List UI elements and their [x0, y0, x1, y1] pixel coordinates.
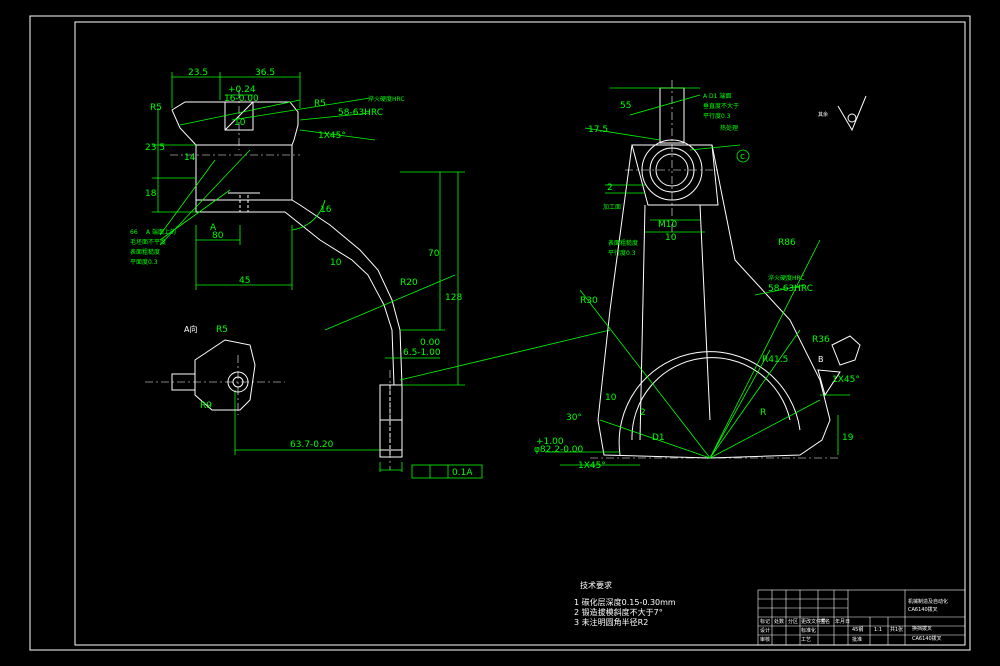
note-a-line3: 表面粗糙度 — [130, 248, 160, 256]
dim-10-side: 10 — [665, 233, 677, 243]
title-header-zone: 分区 — [788, 618, 798, 625]
dim-2-inner: 2 — [640, 408, 646, 418]
title-school: 机械制造及自动化 — [908, 598, 948, 605]
title-checker: 审核 — [760, 636, 770, 643]
dim-128: 128 — [445, 293, 462, 303]
detail-b-label: B — [818, 355, 824, 364]
title-process: 工艺 — [801, 637, 811, 643]
view-a-r5: R5 — [216, 325, 228, 335]
dim-1x45: 1X45° — [318, 131, 346, 141]
dim-70: 70 — [428, 249, 440, 259]
dim-d1: D1 — [652, 433, 665, 443]
dim-14: 14 — [184, 153, 196, 163]
tech-req-item-1: 1 碳化层深度0.15-0.30mm — [574, 597, 676, 607]
dim-1x45-bottom: 1X45° — [578, 461, 606, 471]
title-header-mark: 标记 — [760, 618, 770, 625]
note-d1-line3: 平行度0.3 — [703, 112, 731, 120]
dim-m10: M10 — [658, 220, 677, 230]
dim-10-inner: 10 — [605, 393, 617, 403]
title-drawing-no: CA6140拨叉 — [912, 635, 942, 642]
dim-10: 10 — [234, 118, 246, 128]
dim-dia-82-plus: +1.00 — [536, 437, 564, 447]
section-label-a: A — [210, 223, 217, 233]
dim-r36: R36 — [812, 335, 830, 345]
note-surface: 其余 — [818, 111, 828, 118]
note-side-hrc-value: 58-63HRC — [768, 284, 813, 294]
view-a-label: A向 — [184, 324, 197, 334]
sheet-background — [0, 0, 1000, 666]
dim-0-00: 0.00 — [420, 338, 440, 348]
dim-1x45-right: 1X45° — [832, 375, 860, 385]
title-designer: 设计 — [760, 627, 770, 634]
title-drawing-no-top: CA6140拨叉 — [908, 606, 938, 613]
note-spot: 热处理 — [720, 124, 738, 132]
note-d1-line2: 垂直度不大于 — [703, 102, 739, 110]
dim-circle-c: c — [740, 152, 745, 162]
dim-16: 16 — [320, 205, 332, 215]
drawing-sheet: 23.5 36.5 +0.24 16-0.00 10 R5 R5 14 23.5… — [0, 0, 1000, 666]
title-sheet: 共1张 — [890, 626, 903, 633]
title-header-count: 处数 — [774, 618, 784, 625]
view-a-r9: R9 — [200, 401, 212, 411]
dim-r20: R20 — [400, 278, 418, 288]
tech-req-title: 技术要求 — [580, 580, 612, 590]
note-side-left-3: 平行度0.3 — [608, 249, 636, 257]
dim-r5-left: R5 — [150, 103, 162, 113]
tech-req-item-2: 2 锻造拔模斜度不大于7° — [574, 607, 663, 617]
dim-30deg: 30° — [566, 413, 582, 423]
dim-r41-5: R41.5 — [762, 355, 788, 365]
note-side-left: 加工面 — [603, 203, 621, 211]
dim-r86: R86 — [778, 238, 796, 248]
title-header-sign: 签名 — [820, 618, 830, 625]
dim-r30: R30 — [580, 296, 598, 306]
note-a-line1: A 端面上的 — [146, 228, 176, 236]
dim-10-arm: 10 — [330, 258, 342, 268]
dim-36-5: 36.5 — [255, 68, 275, 78]
note-d1-line1: A D1 端面 — [703, 92, 731, 100]
dim-tol-minus: 16-0.00 — [224, 94, 259, 104]
dim-23-5: 23.5 — [188, 68, 208, 78]
title-material: 45钢 — [852, 626, 863, 633]
note-side-hrc: 淬火硬度HRC — [768, 274, 805, 282]
dim-6-5: 6.5-1.00 — [403, 348, 441, 358]
tech-req-item-3: 3 未注明圆角半径R2 — [574, 617, 648, 627]
dim-17-5: 17.5 — [588, 125, 608, 135]
title-part-name: 换挡拨叉 — [912, 625, 932, 632]
dim-r5-right: R5 — [314, 99, 326, 109]
note-side-left-2: 表面粗糙度 — [608, 239, 638, 247]
dim-18: 18 — [145, 189, 157, 199]
note-a-index: 66 — [130, 229, 138, 236]
title-standard: 标准化 — [801, 627, 816, 634]
dim-r: R — [760, 408, 766, 418]
dim-flatness: 0.1A — [452, 468, 473, 478]
note-hrc-value: 58-63HRC — [338, 108, 383, 118]
note-hrc: 淬火硬度HRC — [368, 95, 405, 103]
dim-63-7: 63.7-0.20 — [290, 440, 334, 450]
note-a-line2: 毛坯面不平度 — [130, 238, 166, 246]
dim-45: 45 — [239, 276, 250, 286]
dim-19: 19 — [842, 433, 854, 443]
title-header-date: 年月日 — [835, 618, 850, 625]
title-scale: 1:1 — [874, 627, 882, 633]
note-a-line4: 平面度0.3 — [130, 258, 158, 266]
dim-23-5-vertical: 23.5 — [145, 143, 165, 153]
title-approve: 批准 — [852, 636, 862, 643]
dim-2: 2 — [607, 183, 613, 193]
dim-55: 55 — [620, 101, 631, 111]
